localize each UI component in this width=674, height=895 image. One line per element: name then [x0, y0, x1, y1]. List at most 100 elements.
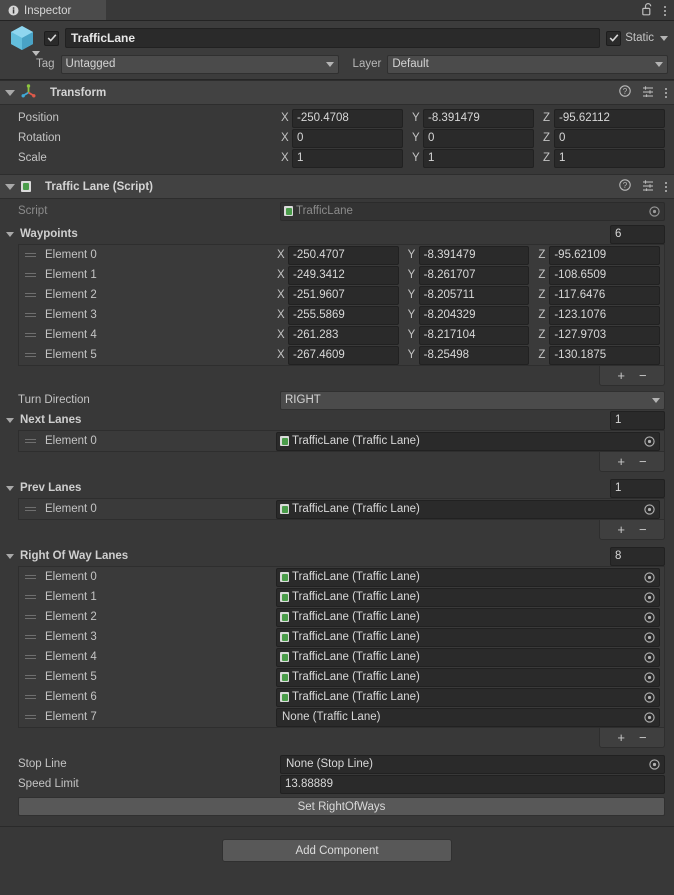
object-picker-icon[interactable]: [643, 503, 656, 516]
position-z-input[interactable]: -95.62112: [554, 109, 665, 128]
list-item[interactable]: Element 5 X -267.4609 Y -8.25498 Z -130.…: [19, 345, 664, 365]
tab-inspector[interactable]: Inspector: [0, 0, 106, 21]
waypoint-z-input[interactable]: -117.6476: [549, 286, 660, 305]
list-item[interactable]: Element 6 TrafficLane (Traffic Lane): [19, 687, 664, 707]
waypoints-foldout-arrow-icon[interactable]: [6, 232, 14, 237]
waypoints-remove-button[interactable]: −: [639, 369, 647, 382]
rotation-y-input[interactable]: 0: [423, 129, 534, 148]
waypoint-x-input[interactable]: -251.9607: [288, 286, 399, 305]
drag-handle-icon[interactable]: [25, 575, 36, 579]
drag-handle-icon[interactable]: [25, 293, 36, 297]
help-icon[interactable]: ?: [619, 179, 631, 194]
add-component-button[interactable]: Add Component: [222, 839, 452, 862]
right-of-way-lane-object-field[interactable]: TrafficLane (Traffic Lane): [276, 628, 660, 647]
tag-dropdown[interactable]: Untagged: [61, 55, 339, 74]
waypoint-y-input[interactable]: -8.25498: [419, 346, 530, 365]
list-item[interactable]: Element 5 TrafficLane (Traffic Lane): [19, 667, 664, 687]
unlocked-padlock-icon[interactable]: [642, 2, 654, 19]
next-lanes-foldout-header[interactable]: Next Lanes 1: [0, 410, 674, 430]
prev-lanes-count-input[interactable]: 1: [610, 479, 665, 498]
rotation-z-input[interactable]: 0: [554, 129, 665, 148]
list-item[interactable]: Element 2 X -251.9607 Y -8.205711 Z -117…: [19, 285, 664, 305]
object-picker-icon[interactable]: [643, 711, 656, 724]
waypoint-y-input[interactable]: -8.391479: [419, 246, 530, 265]
prev-lanes-foldout-header[interactable]: Prev Lanes 1: [0, 478, 674, 498]
drag-handle-icon[interactable]: [25, 313, 36, 317]
object-picker-icon[interactable]: [643, 651, 656, 664]
waypoints-foldout-header[interactable]: Waypoints 6: [0, 224, 674, 244]
waypoint-z-input[interactable]: -130.1875: [549, 346, 660, 365]
kebab-menu-icon[interactable]: [665, 88, 667, 98]
object-picker-icon[interactable]: [643, 631, 656, 644]
list-item[interactable]: Element 3 TrafficLane (Traffic Lane): [19, 627, 664, 647]
waypoints-add-button[interactable]: +: [617, 369, 625, 382]
turn-direction-dropdown[interactable]: RIGHT: [280, 391, 665, 410]
traffic-lane-foldout-arrow-icon[interactable]: [5, 184, 15, 190]
drag-handle-icon[interactable]: [25, 595, 36, 599]
transform-component-header[interactable]: Transform ?: [0, 80, 674, 105]
right-of-way-lanes-foldout-header[interactable]: Right Of Way Lanes 8: [0, 546, 674, 566]
stop-line-object-field[interactable]: None (Stop Line): [280, 755, 665, 774]
drag-handle-icon[interactable]: [25, 253, 36, 257]
gameobject-icon-dropdown-arrow[interactable]: [32, 51, 40, 56]
transform-foldout-arrow-icon[interactable]: [5, 90, 15, 96]
object-picker-icon[interactable]: [648, 758, 661, 771]
rotation-x-input[interactable]: 0: [292, 129, 403, 148]
scale-y-input[interactable]: 1: [423, 149, 534, 168]
right-of-way-lanes-count-input[interactable]: 8: [610, 547, 665, 566]
list-item[interactable]: Element 2 TrafficLane (Traffic Lane): [19, 607, 664, 627]
drag-handle-icon[interactable]: [25, 675, 36, 679]
drag-handle-icon[interactable]: [25, 333, 36, 337]
prev-lanes-remove-button[interactable]: −: [639, 523, 647, 536]
list-item[interactable]: Element 4 X -261.283 Y -8.217104 Z -127.…: [19, 325, 664, 345]
waypoint-x-input[interactable]: -249.3412: [288, 266, 399, 285]
next-lanes-remove-button[interactable]: −: [639, 455, 647, 468]
object-picker-icon[interactable]: [643, 671, 656, 684]
prev-lane-object-field[interactable]: TrafficLane (Traffic Lane): [276, 500, 660, 519]
prev-lanes-foldout-arrow-icon[interactable]: [6, 486, 14, 491]
next-lanes-add-button[interactable]: +: [617, 455, 625, 468]
drag-handle-icon[interactable]: [25, 655, 36, 659]
gameobject-cube-icon[interactable]: [7, 23, 37, 53]
gameobject-enabled-checkbox[interactable]: [44, 31, 59, 46]
scale-x-input[interactable]: 1: [292, 149, 403, 168]
kebab-menu-icon[interactable]: [664, 6, 666, 16]
list-item[interactable]: Element 0 TrafficLane (Traffic Lane): [19, 431, 664, 451]
waypoint-y-input[interactable]: -8.261707: [419, 266, 530, 285]
drag-handle-icon[interactable]: [25, 635, 36, 639]
drag-handle-icon[interactable]: [25, 715, 36, 719]
list-item[interactable]: Element 1 TrafficLane (Traffic Lane): [19, 587, 664, 607]
list-item[interactable]: Element 3 X -255.5869 Y -8.204329 Z -123…: [19, 305, 664, 325]
next-lane-object-field[interactable]: TrafficLane (Traffic Lane): [276, 432, 660, 451]
help-icon[interactable]: ?: [619, 85, 631, 100]
list-item[interactable]: Element 0 X -250.4707 Y -8.391479 Z -95.…: [19, 245, 664, 265]
waypoint-x-input[interactable]: -267.4609: [288, 346, 399, 365]
waypoint-z-input[interactable]: -123.1076: [549, 306, 660, 325]
traffic-lane-component-header[interactable]: Traffic Lane (Script) ?: [0, 174, 674, 199]
drag-handle-icon[interactable]: [25, 273, 36, 277]
list-item[interactable]: Element 7 None (Traffic Lane): [19, 707, 664, 727]
object-picker-icon[interactable]: [643, 435, 656, 448]
right-of-way-lane-object-field[interactable]: TrafficLane (Traffic Lane): [276, 648, 660, 667]
waypoint-z-input[interactable]: -95.62109: [549, 246, 660, 265]
right-of-way-lane-object-field[interactable]: TrafficLane (Traffic Lane): [276, 608, 660, 627]
layer-dropdown[interactable]: Default: [387, 55, 668, 74]
object-picker-icon[interactable]: [643, 571, 656, 584]
waypoint-x-input[interactable]: -250.4707: [288, 246, 399, 265]
next-lanes-foldout-arrow-icon[interactable]: [6, 418, 14, 423]
set-rightofways-button[interactable]: Set RightOfWays: [18, 797, 665, 816]
scale-z-input[interactable]: 1: [554, 149, 665, 168]
waypoint-y-input[interactable]: -8.217104: [419, 326, 530, 345]
right-of-way-lane-object-field[interactable]: TrafficLane (Traffic Lane): [276, 668, 660, 687]
waypoint-x-input[interactable]: -255.5869: [288, 306, 399, 325]
waypoint-y-input[interactable]: -8.205711: [419, 286, 530, 305]
drag-handle-icon[interactable]: [25, 439, 36, 443]
right-of-way-lane-object-field[interactable]: TrafficLane (Traffic Lane): [276, 588, 660, 607]
prev-lanes-add-button[interactable]: +: [617, 523, 625, 536]
right-of-way-lanes-add-button[interactable]: +: [617, 731, 625, 744]
preset-sliders-icon[interactable]: [642, 85, 654, 100]
waypoint-z-input[interactable]: -108.6509: [549, 266, 660, 285]
right-of-way-lane-object-field[interactable]: None (Traffic Lane): [276, 708, 660, 727]
right-of-way-lanes-foldout-arrow-icon[interactable]: [6, 554, 14, 559]
waypoint-y-input[interactable]: -8.204329: [419, 306, 530, 325]
